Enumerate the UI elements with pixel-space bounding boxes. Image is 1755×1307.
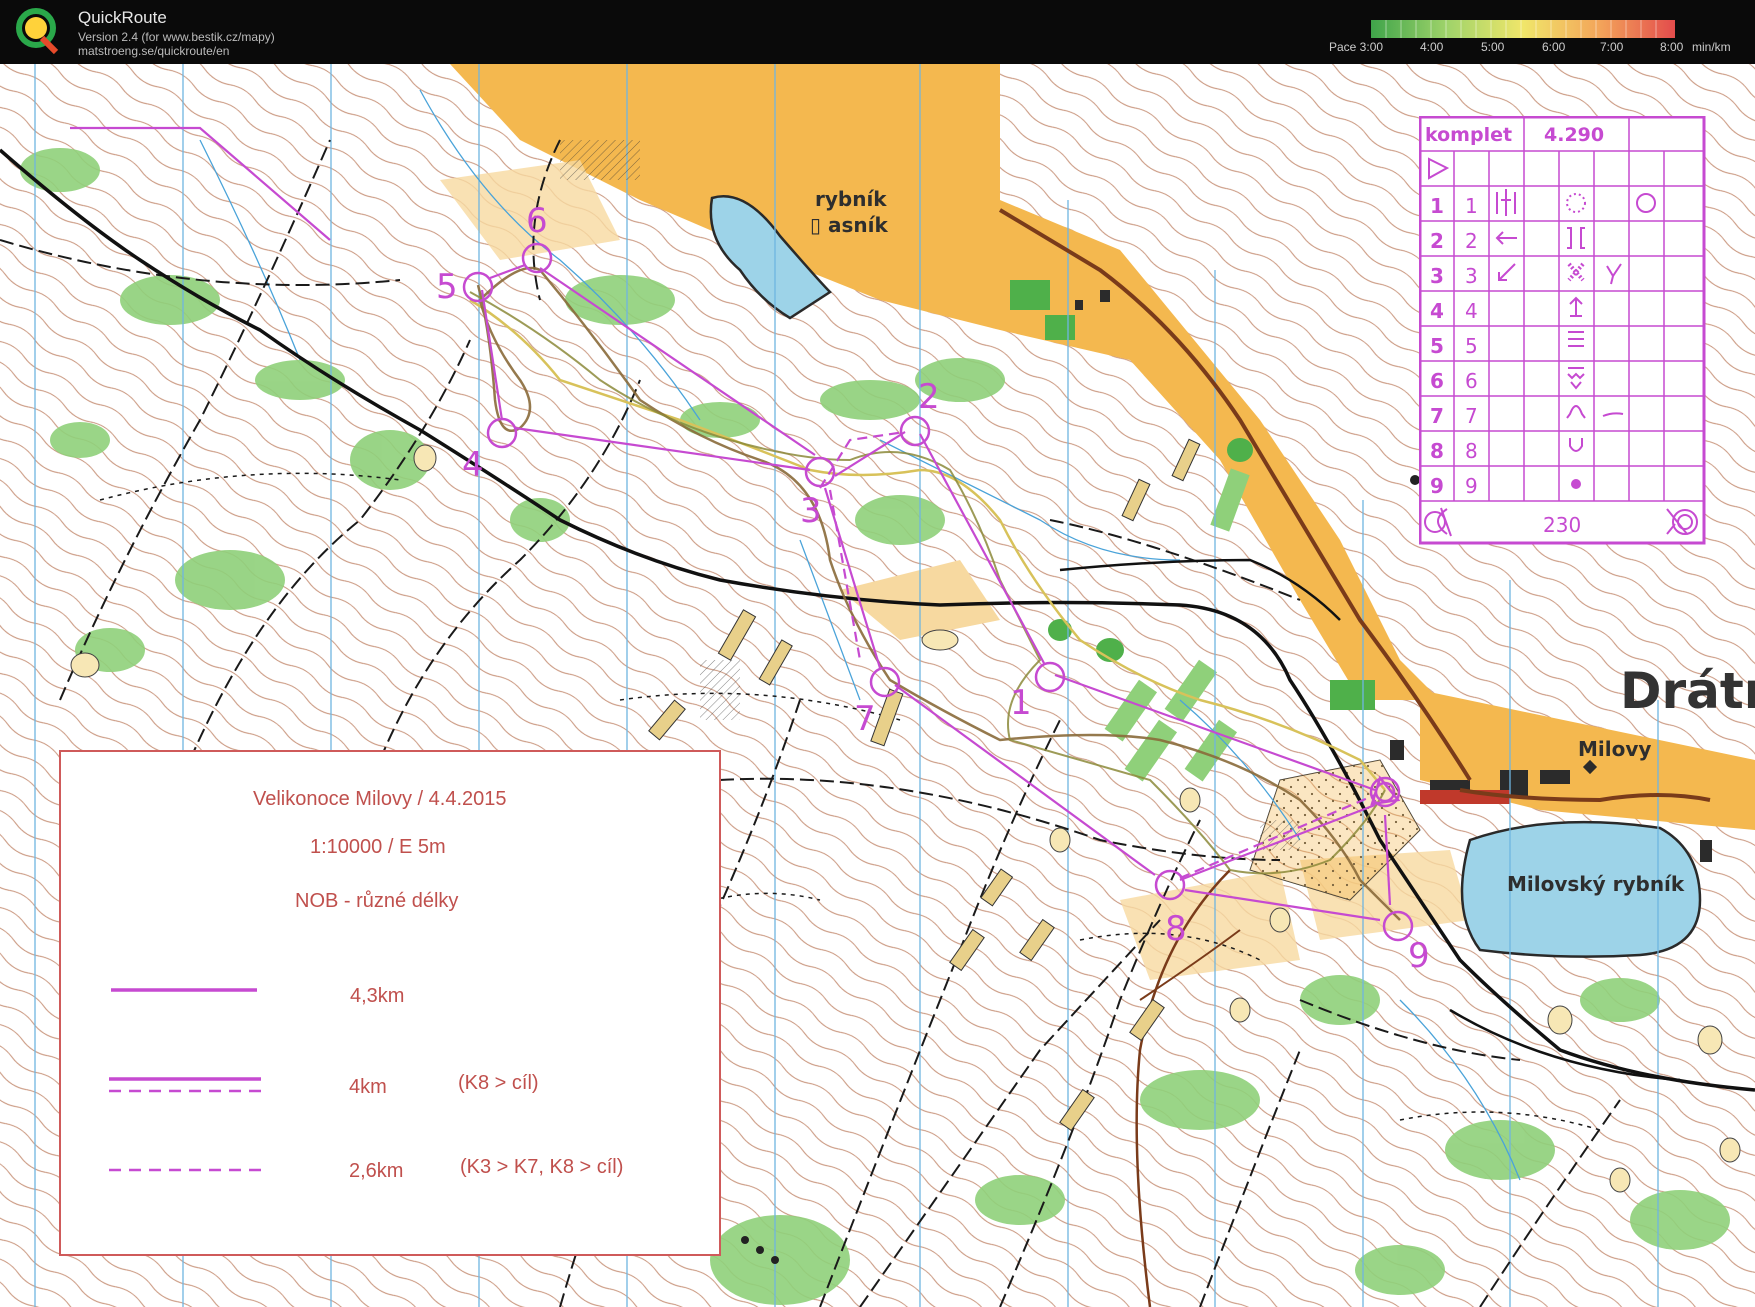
control-number: 1	[1010, 683, 1032, 723]
control-number: 4	[462, 445, 484, 485]
app-header: QuickRoute Version 2.4 (for www.bestik.c…	[0, 0, 1755, 64]
cd-row-number: 2	[1430, 229, 1444, 253]
control-number: 2	[918, 377, 940, 417]
legend-distance: 4km	[349, 1076, 387, 1098]
finish-distance: 230	[1543, 513, 1581, 537]
app-version: Version 2.4 (for www.bestik.cz/mapy)	[78, 30, 275, 44]
cd-row-code: 7	[1465, 404, 1478, 428]
area-large-label: Drátr	[1620, 662, 1755, 720]
control-number: 8	[1165, 909, 1187, 949]
map-scale: 1:10000 / E 5m	[310, 836, 446, 858]
quickroute-logo-icon	[16, 8, 59, 55]
cd-row-number: 6	[1430, 369, 1444, 393]
pond-top-label-2: ▯ asník	[810, 213, 888, 237]
pace-tick-label: 8:00	[1660, 40, 1684, 54]
app-website: matstroeng.se/quickroute/en	[78, 44, 230, 58]
cd-row-number: 9	[1430, 474, 1444, 498]
cd-row-code: 1	[1465, 194, 1478, 218]
legend-distance: 2,6km	[349, 1160, 404, 1182]
village-label: Milovy	[1578, 737, 1651, 761]
pace-tick-label: 5:00	[1481, 40, 1505, 54]
pace-unit-label: min/km	[1692, 40, 1731, 54]
pace-tick-label: 7:00	[1600, 40, 1624, 54]
cd-row-number: 4	[1430, 299, 1444, 323]
cd-row-number: 8	[1430, 439, 1444, 463]
cd-row-code: 9	[1465, 474, 1478, 498]
pond-top-label-1: rybník	[815, 187, 887, 211]
control-description-table: komplet 4.290 1 1 2 2 3 3 4 4 5 5 6 6 7 …	[1419, 116, 1706, 545]
control-number: 5	[436, 267, 458, 307]
pace-color-scale	[1371, 20, 1675, 38]
cd-row-code: 3	[1465, 264, 1478, 288]
cd-row-code: 4	[1465, 299, 1478, 323]
cd-row-number: 7	[1430, 404, 1444, 428]
map-legend: Velikonoce Milovy / 4.4.2015 1:10000 / E…	[59, 750, 721, 1256]
legend-line-dashed	[109, 1168, 261, 1172]
legend-distance: 4,3km	[350, 985, 405, 1007]
legend-line-solid-dashed	[109, 1077, 261, 1093]
distinct-dot-icon	[1571, 479, 1581, 489]
cd-row-code: 8	[1465, 439, 1478, 463]
control-number: 3	[800, 491, 822, 531]
course-category: NOB - různé délky	[295, 890, 459, 912]
cd-row-number: 5	[1430, 334, 1444, 358]
course-name: komplet	[1425, 124, 1512, 146]
cd-row-code: 2	[1465, 229, 1478, 253]
cd-row-code: 5	[1465, 334, 1478, 358]
event-title: Velikonoce Milovy / 4.4.2015	[253, 788, 507, 810]
legend-line-solid	[111, 988, 257, 992]
control-number: 6	[526, 201, 548, 241]
legend-note: (K3 > K7, K8 > cíl)	[460, 1156, 624, 1178]
cd-row-code: 6	[1465, 369, 1478, 393]
pond-right-label: Milovský rybník	[1507, 872, 1685, 896]
app-title: QuickRoute	[78, 8, 167, 27]
control-number: 9	[1408, 936, 1430, 976]
control-number: 7	[854, 699, 876, 739]
pace-tick-label: 6:00	[1542, 40, 1566, 54]
cd-row-number: 3	[1430, 264, 1444, 288]
pace-tick-label: Pace 3:00	[1329, 40, 1384, 54]
course-length: 4.290	[1544, 124, 1604, 146]
cd-row-number: 1	[1430, 194, 1444, 218]
pace-tick-label: 4:00	[1420, 40, 1444, 54]
legend-note: (K8 > cíl)	[458, 1072, 539, 1094]
